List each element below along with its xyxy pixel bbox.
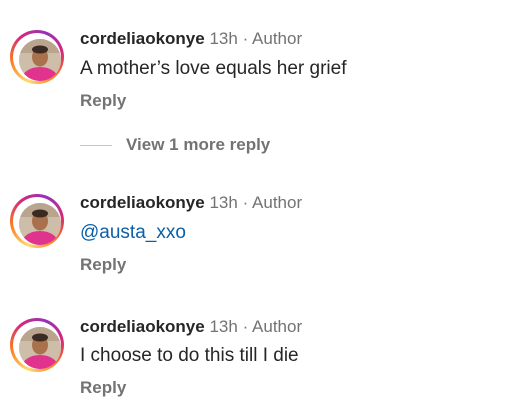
timestamp: 13h [209, 29, 238, 48]
timestamp: 13h [209, 193, 238, 212]
user-avatar-icon [19, 327, 61, 369]
mention-link[interactable]: @austa_xxo [80, 222, 186, 243]
comment-text: I choose to do this till I die [80, 345, 299, 366]
comment-header: cordeliaokonye 13h · Author [80, 192, 302, 214]
username-link[interactable]: cordeliaokonye [80, 193, 205, 212]
reply-button[interactable]: Reply [80, 377, 126, 399]
view-more-replies-label: View 1 more reply [126, 135, 271, 154]
author-badge: Author [252, 193, 303, 212]
separator-dot: · [242, 29, 249, 48]
comment-text: A mother’s love equals her grief [80, 58, 347, 79]
avatar[interactable] [10, 194, 64, 248]
username-link[interactable]: cordeliaokonye [80, 317, 205, 336]
user-avatar-icon [19, 203, 61, 245]
comment-header: cordeliaokonye 13h · Author [80, 28, 302, 50]
reply-button[interactable]: Reply [80, 90, 126, 112]
author-badge: Author [252, 317, 303, 336]
view-more-replies-button[interactable]: View 1 more reply [80, 134, 270, 156]
author-badge: Author [252, 29, 303, 48]
user-avatar-icon [19, 39, 61, 81]
divider-line [80, 144, 112, 146]
username-link[interactable]: cordeliaokonye [80, 29, 205, 48]
timestamp: 13h [209, 317, 238, 336]
avatar[interactable] [10, 30, 64, 84]
comment-header: cordeliaokonye 13h · Author [80, 316, 302, 338]
separator-dot: · [242, 317, 249, 336]
avatar[interactable] [10, 318, 64, 372]
comment-text: @austa_xxo [80, 220, 186, 246]
reply-button[interactable]: Reply [80, 254, 126, 276]
separator-dot: · [242, 193, 249, 212]
